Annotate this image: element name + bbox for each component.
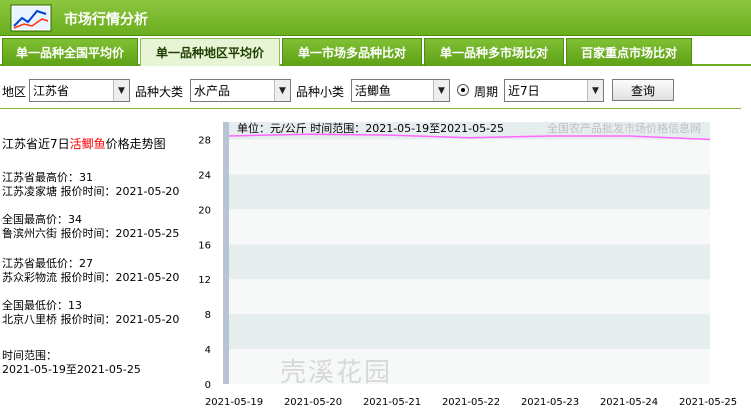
grid-band: [229, 314, 710, 350]
market-chart-logo-icon: [10, 4, 52, 32]
national-max-market: 鲁滨州六街 报价时间：2021-05-25: [2, 227, 180, 240]
y-tick-label: 20: [198, 205, 211, 216]
period-radio[interactable]: [457, 84, 469, 96]
subcategory-label: 品种小类: [296, 85, 345, 99]
province-max-block: 江苏省最高价：31 江苏凌家塘 报价时间：2021-05-20: [2, 171, 179, 199]
chart-title-product: 活鲫鱼: [69, 137, 106, 151]
tab-national-average[interactable]: 单一品种全国平均价: [2, 38, 138, 66]
region-value: 江苏省: [33, 84, 70, 98]
subcategory-select[interactable]: 活鲫鱼 ▼: [351, 79, 450, 102]
grid-band: [229, 174, 710, 210]
chart-title: 江苏省近7日活鲫鱼价格走势图: [2, 137, 166, 151]
chevron-down-icon: ▼: [587, 80, 603, 101]
y-axis-strip: [223, 122, 229, 384]
tab-label: 单一市场多品种比对: [297, 46, 406, 60]
app-header: 市场行情分析: [0, 0, 751, 36]
app-title: 市场行情分析: [64, 12, 148, 28]
category-value: 水产品: [194, 84, 231, 98]
province-max-market: 江苏凌家塘 报价时间：2021-05-20: [2, 185, 180, 198]
y-tick-label: 4: [205, 345, 211, 356]
tab-region-average[interactable]: 单一品种地区平均价: [140, 38, 280, 66]
tab-bar: 单一品种全国平均价 单一品种地区平均价 单一市场多品种比对 单一品种多市场比对 …: [0, 36, 751, 66]
period-label: 周期: [474, 85, 499, 99]
tab-label: 单一品种多市场比对: [439, 46, 548, 60]
x-tick-label: 2021-05-20: [284, 397, 342, 408]
x-tick-label: 2021-05-22: [442, 397, 500, 408]
province-max-price: 江苏省最高价：31: [2, 171, 93, 184]
y-tick-label: 28: [198, 135, 211, 146]
chart-unit-text: 单位：元/公斤 时间范围：2021-05-19至2021-05-25: [237, 121, 504, 135]
filter-bar: 地区 江苏省 ▼ 品种大类 水产品 ▼ 品种小类 活鲫鱼 ▼ 周期 近7日 ▼ …: [0, 78, 751, 104]
x-tick-label: 2021-05-25: [679, 397, 737, 408]
national-min-block: 全国最低价：13 北京八里桥 报价时间：2021-05-20: [2, 299, 179, 327]
tab-label: 单一品种地区平均价: [155, 46, 264, 60]
x-tick-label: 2021-05-21: [363, 397, 421, 408]
y-tick-label: 16: [198, 240, 211, 251]
grid-band: [229, 209, 710, 245]
time-range-value: 2021-05-19至2021-05-25: [2, 363, 141, 376]
subcategory-value: 活鲫鱼: [355, 84, 392, 98]
divider: [0, 108, 741, 109]
region-select[interactable]: 江苏省 ▼: [29, 79, 130, 102]
tab-label: 百家重点市场比对: [580, 46, 677, 60]
period-value: 近7日: [508, 84, 540, 98]
y-tick-label: 12: [198, 275, 211, 286]
chart-svg: 0 4 8 12 16 20 24 28 2021-05-19 2021-05-20 2021-05…: [198, 121, 737, 408]
x-tick-label: 2021-05-19: [205, 397, 263, 408]
chevron-down-icon: ▼: [113, 80, 129, 101]
grid-band: [229, 139, 710, 175]
tab-label: 单一品种全国平均价: [15, 46, 124, 60]
chevron-down-icon: ▼: [433, 80, 449, 101]
tab-single-product-multi-market[interactable]: 单一品种多市场比对: [424, 38, 564, 66]
query-button[interactable]: 查询: [612, 79, 674, 101]
province-min-price: 江苏省最低价：27: [2, 257, 93, 270]
national-min-market: 北京八里桥 报价时间：2021-05-20: [2, 313, 180, 326]
chart-title-suffix: 价格走势图: [105, 137, 166, 151]
x-tick-label: 2021-05-23: [521, 397, 579, 408]
chart-title-prefix: 江苏省近7日: [2, 137, 70, 151]
period-select[interactable]: 近7日 ▼: [504, 79, 604, 102]
category-label: 品种大类: [135, 85, 184, 99]
grid-band: [229, 279, 710, 315]
time-range-block: 时间范围： 2021-05-19至2021-05-25: [2, 349, 141, 377]
province-min-market: 苏众彩物流 报价时间：2021-05-20: [2, 271, 180, 284]
price-trend-chart: 0 4 8 12 16 20 24 28 2021-05-19 2021-05-20 2021-05…: [195, 114, 751, 411]
grid-band: [229, 244, 710, 280]
x-tick-label: 2021-05-24: [600, 397, 658, 408]
y-tick-label: 8: [205, 310, 211, 321]
province-min-block: 江苏省最低价：27 苏众彩物流 报价时间：2021-05-20: [2, 257, 179, 285]
y-tick-label: 0: [205, 380, 211, 391]
national-max-block: 全国最高价：34 鲁滨州六街 报价时间：2021-05-25: [2, 213, 179, 241]
chart-source-text: 全国农产品批发市场价格信息网: [547, 121, 701, 135]
time-range-label: 时间范围：: [2, 349, 57, 362]
national-min-price: 全国最低价：13: [2, 299, 82, 312]
category-select[interactable]: 水产品 ▼: [190, 79, 291, 102]
tab-top-markets-compare[interactable]: 百家重点市场比对: [566, 38, 692, 66]
tab-single-market-multi-product[interactable]: 单一市场多品种比对: [282, 38, 422, 66]
national-max-price: 全国最高价：34: [2, 213, 82, 226]
y-tick-label: 24: [198, 170, 211, 181]
chevron-down-icon: ▼: [274, 80, 290, 101]
watermark: 壳溪花园: [280, 358, 393, 388]
region-label: 地区: [2, 85, 27, 99]
